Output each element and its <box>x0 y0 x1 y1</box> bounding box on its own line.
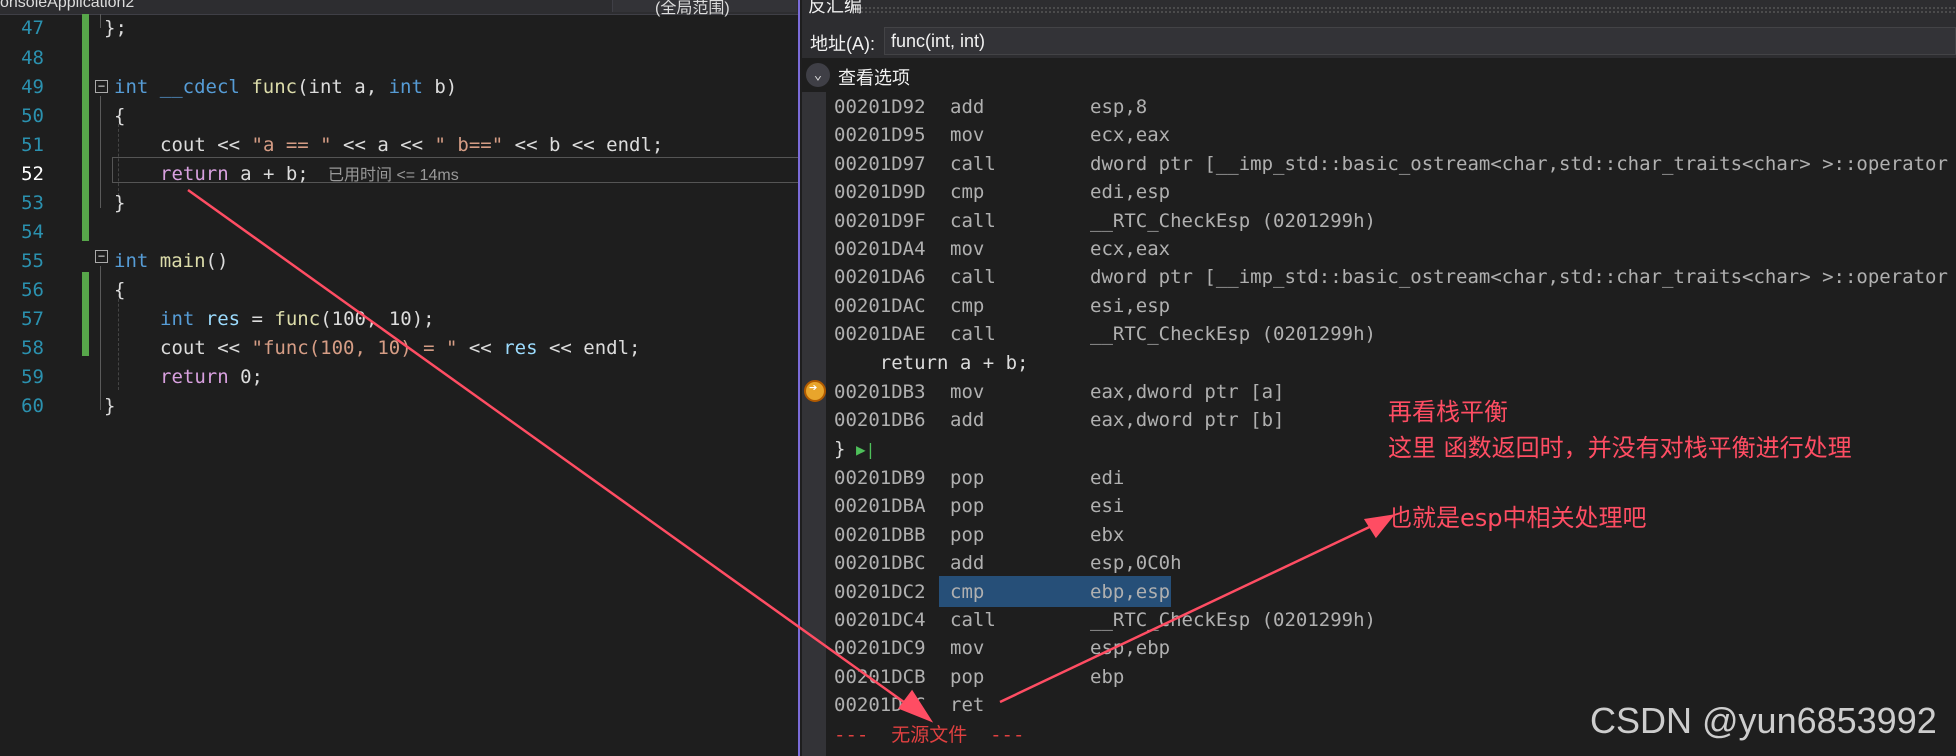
annotation-text: 再看栈平衡 <box>1388 398 1508 426</box>
annotation-text: 也就是esp中相关处理吧 <box>1388 504 1647 532</box>
annotation-text: 这里 函数返回时，并没有对栈平衡进行处理 <box>1388 434 1852 462</box>
arrow-head <box>898 689 934 723</box>
arrow-line <box>187 188 916 712</box>
arrow-line <box>999 520 1381 704</box>
watermark: CSDN @yun6853992 <box>1590 700 1937 741</box>
annotation-arrows <box>187 188 1395 723</box>
